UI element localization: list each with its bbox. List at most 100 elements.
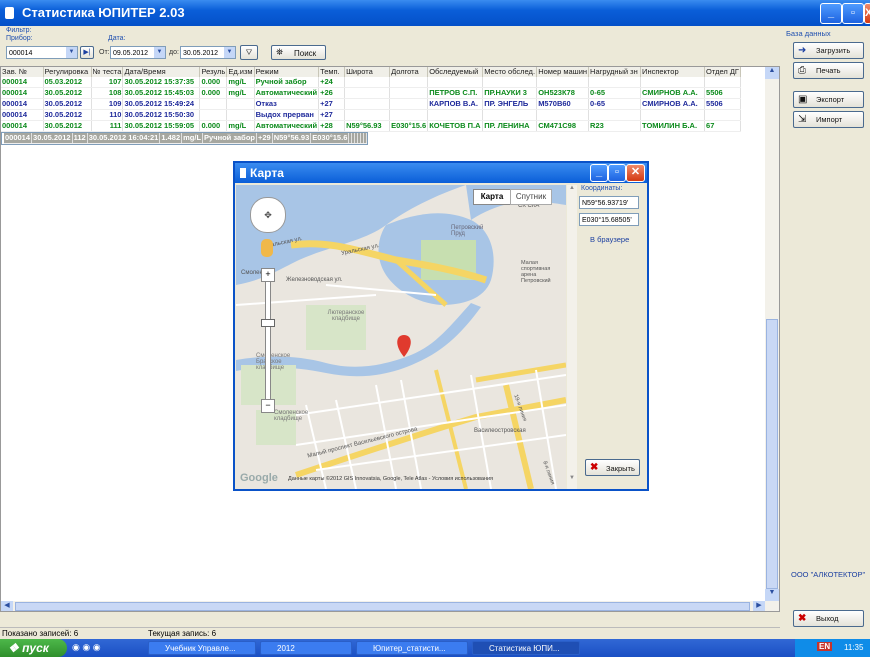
language-indicator[interactable]: EN <box>817 642 833 651</box>
table-row[interactable]: 000014 30.05.2012 109 30.05.2012 15:49:24 От… <box>1 98 741 110</box>
chevron-down-icon[interactable]: ▼ <box>224 47 235 58</box>
map-view[interactable]: Уральская ул. Уральская ул. Железноводск… <box>236 185 566 489</box>
table-cell <box>226 109 255 121</box>
pan-control[interactable]: ✥ <box>250 197 286 233</box>
table-cell: Выдох прерван <box>254 109 320 121</box>
table-row[interactable]: 000014 30.05.2012 112 30.05.2012 16:04:21 1.… <box>1 132 369 145</box>
start-button[interactable]: ❖ пуск <box>0 639 67 657</box>
column-header[interactable]: Ед.изм <box>226 67 255 77</box>
table-cell: ПР. ЛЕНИНА <box>482 120 538 132</box>
column-header[interactable]: Номер машин <box>536 67 590 77</box>
tab-satellite[interactable]: Спутник <box>510 189 552 205</box>
load-icon: ➜ <box>798 45 807 56</box>
chevron-down-icon[interactable]: ▼ <box>154 47 165 58</box>
table-cell <box>199 109 228 121</box>
title-bar: Статистика ЮПИТЕР 2.03 _ ▫ X <box>0 0 870 26</box>
tab-map[interactable]: Карта <box>473 189 511 205</box>
map-maximize-button[interactable]: ▫ <box>608 164 626 182</box>
column-header[interactable]: Отдел ДГ <box>704 67 741 77</box>
map-vscrollbar[interactable]: ▲ ▼ <box>567 185 577 489</box>
table-cell: КОЧЕТОВ П.А <box>427 120 484 132</box>
map-minimize-button[interactable]: _ <box>590 164 608 182</box>
zoom-slider-handle[interactable] <box>261 319 275 327</box>
open-in-browser-link[interactable]: В браузере <box>590 235 629 244</box>
export-button[interactable]: ▣ Экспорт <box>793 91 864 108</box>
print-button[interactable]: ⎙ Печать <box>793 62 864 79</box>
close-window-button[interactable]: X <box>864 3 870 24</box>
table-cell: 1.482 <box>159 133 183 144</box>
to-date-select[interactable]: 30.05.2012 ▼ <box>180 46 236 59</box>
next-device-button[interactable]: ▶| <box>80 46 94 59</box>
zoom-slider[interactable] <box>265 281 271 401</box>
table-cell: 30.05.2012 15:59:05 <box>122 120 201 132</box>
records-shown: Показано записей: 6 <box>2 629 79 638</box>
task-jupiter-stats[interactable]: Статистика ЮПИ... <box>472 641 580 655</box>
column-header[interactable]: Дата/Время <box>122 67 201 77</box>
column-header[interactable]: Зав. № <box>1 67 44 77</box>
horizontal-scrollbar[interactable]: ◀ ▶ <box>1 601 779 611</box>
map-close-button[interactable]: ✕ <box>626 164 645 182</box>
table-cell <box>199 98 228 110</box>
chevron-down-icon[interactable]: ▼ <box>567 475 577 485</box>
task-word-doc[interactable]: Юпитер_статисти... <box>356 641 468 655</box>
table-cell: 000014 <box>1 120 44 132</box>
taskbar: ❖ пуск ◉ ◉ ◉ Учебник Управле... 2012 Юпи… <box>0 639 870 657</box>
quicklaunch-icons[interactable]: ◉ ◉ ◉ <box>72 642 122 654</box>
column-header[interactable]: Режим <box>254 67 320 77</box>
filter-button[interactable]: ⛛ <box>240 45 258 60</box>
import-label: Импорт <box>816 115 843 124</box>
hscroll-thumb[interactable] <box>15 602 750 611</box>
windows-logo-icon: ❖ <box>8 641 23 655</box>
table-cell <box>389 87 429 99</box>
minimize-button[interactable]: _ <box>820 3 842 24</box>
table-cell: 108 <box>91 87 124 99</box>
search-button[interactable]: ⛯ Поиск <box>271 45 326 60</box>
column-header[interactable]: Место обслед. <box>482 67 538 77</box>
streetview-icon[interactable] <box>261 239 273 257</box>
column-header[interactable]: № теста <box>91 67 124 77</box>
from-label: От: <box>99 49 110 56</box>
device-select[interactable]: 000014 ▼ <box>6 46 78 59</box>
table-row[interactable]: 000014 30.05.2012 110 30.05.2012 15:50:30 Вы… <box>1 109 741 121</box>
zoom-out-button[interactable]: − <box>261 399 275 413</box>
load-button[interactable]: ➜ Загрузить <box>793 42 864 59</box>
chevron-up-icon[interactable]: ▲ <box>765 67 779 79</box>
table-cell: СМ471С98 <box>536 120 590 132</box>
chevron-down-icon[interactable]: ▼ <box>765 589 779 601</box>
column-header[interactable]: Резуль <box>199 67 228 77</box>
chevron-up-icon[interactable]: ▲ <box>567 185 577 195</box>
from-date-select[interactable]: 09.05.2012 ▼ <box>110 46 166 59</box>
zoom-in-button[interactable]: + <box>261 268 275 282</box>
map-close-dialog-button[interactable]: ✖ Закрыть <box>585 459 640 476</box>
task-folder-2012[interactable]: 2012 <box>260 641 352 655</box>
column-header[interactable]: Регулировка <box>43 67 92 77</box>
import-button[interactable]: ⇲ Импорт <box>793 111 864 128</box>
table-cell: +27 <box>318 98 346 110</box>
column-header[interactable]: Темп. <box>318 67 346 77</box>
column-header[interactable]: Нагрудный зн <box>588 67 642 77</box>
column-header[interactable]: Инспектор <box>640 67 706 77</box>
table-row[interactable]: 000014 05.03.2012 107 30.05.2012 15:37:35 0.… <box>1 77 741 88</box>
chevron-down-icon[interactable]: ▼ <box>66 47 77 58</box>
scrollbar-thumb[interactable] <box>766 319 778 589</box>
exit-button[interactable]: ✖ Выход <box>793 610 864 627</box>
map-window: Карта _ ▫ ✕ Уральская ул. Уральская ул. … <box>233 161 649 491</box>
column-header[interactable]: Обследуемый <box>427 67 484 77</box>
table-row[interactable]: 000014 30.05.2012 108 30.05.2012 15:45:03 0.… <box>1 87 741 99</box>
map-label: Петровский Пруд <box>451 225 484 237</box>
longitude-field[interactable]: E030°15.68505' <box>579 213 639 226</box>
column-header[interactable]: Долгота <box>389 67 429 77</box>
column-header[interactable]: Широта <box>344 67 391 77</box>
coordinates-label: Координаты: <box>581 185 623 192</box>
task-textbook[interactable]: Учебник Управле... <box>148 641 256 655</box>
vertical-scrollbar[interactable]: ▲ ▼ <box>765 67 779 601</box>
latitude-field[interactable]: N59°56.93719' <box>579 196 639 209</box>
chevron-left-icon[interactable]: ◀ <box>1 601 13 611</box>
table-row[interactable]: 000014 30.05.2012 111 30.05.2012 15:59:05 0.… <box>1 120 741 132</box>
maximize-button[interactable]: ▫ <box>842 3 864 24</box>
chevron-right-icon[interactable]: ▶ <box>753 601 765 611</box>
map-canvas[interactable] <box>236 185 566 489</box>
table-cell: 109 <box>91 98 124 110</box>
map-attribution[interactable]: Данные карты ©2012 GIS Innovatsia, Googl… <box>288 476 493 482</box>
table-cell: 05.03.2012 <box>43 77 92 88</box>
